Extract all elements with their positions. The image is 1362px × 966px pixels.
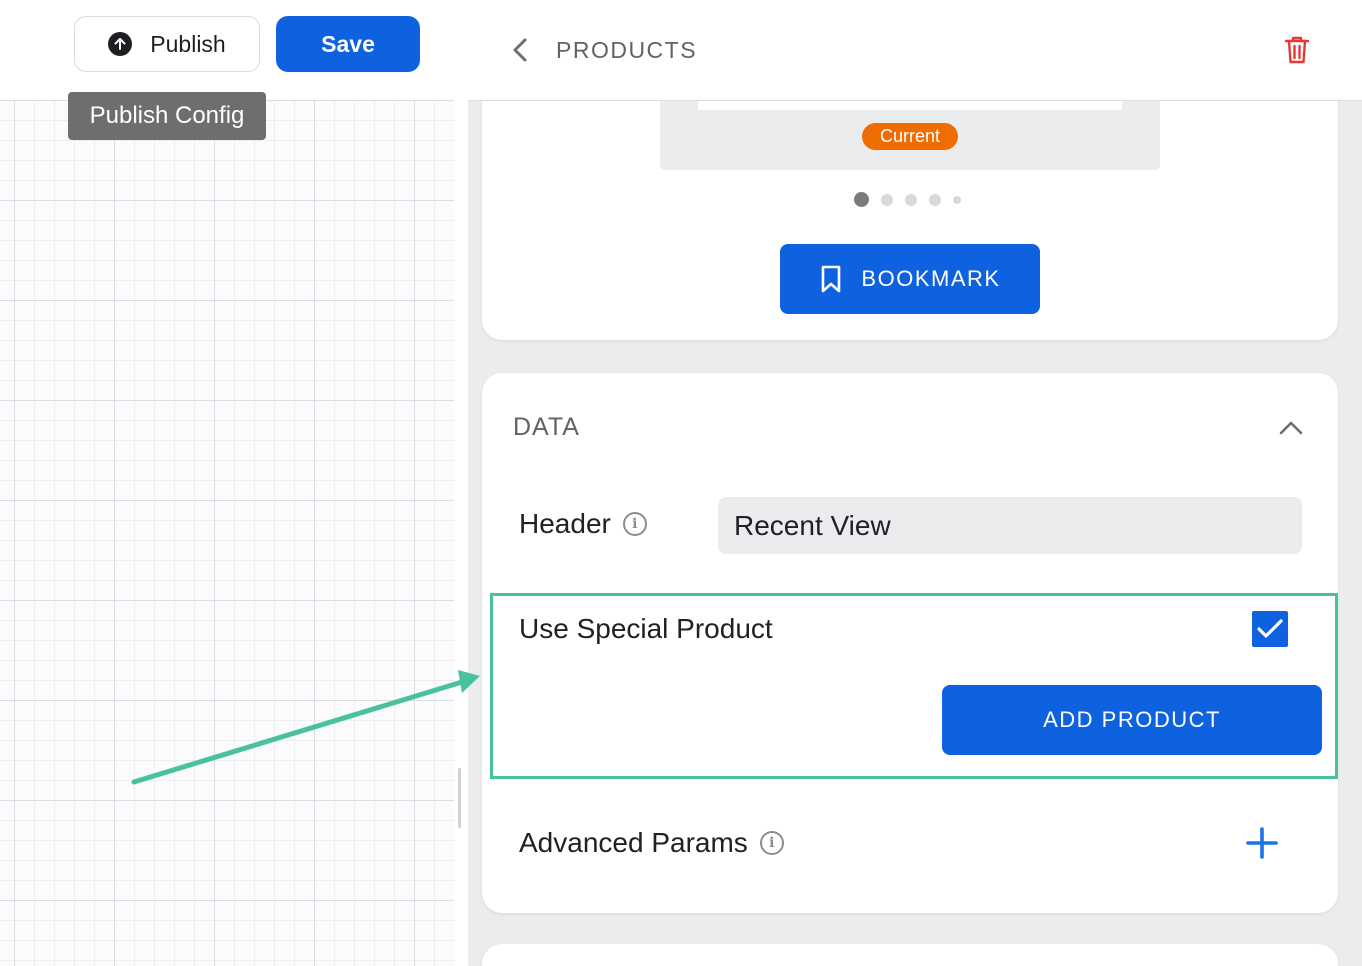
trash-icon[interactable]	[1282, 34, 1312, 66]
checkmark-icon	[1257, 619, 1283, 638]
info-icon[interactable]: i	[759, 831, 784, 855]
carousel-dot[interactable]	[929, 193, 941, 206]
header-input[interactable]	[718, 497, 1302, 554]
carousel-dot[interactable]	[881, 193, 893, 206]
use-special-product-label: Use Special Product	[519, 613, 773, 644]
data-section-title: DATA	[513, 413, 580, 441]
next-card	[482, 944, 1338, 966]
add-product-button[interactable]: ADD PRODUCT	[942, 685, 1322, 755]
publish-button-label: Publish	[150, 30, 226, 57]
carousel-dot[interactable]	[905, 193, 917, 206]
bookmark-button-label: BOOKMARK	[861, 266, 1001, 291]
current-badge: Current	[862, 123, 958, 150]
bookmark-button[interactable]: BOOKMARK	[780, 244, 1040, 314]
carousel-dot[interactable]	[854, 192, 869, 207]
data-card: DATA Header i Use Special Product ADD PR…	[482, 373, 1338, 913]
plus-icon[interactable]	[1246, 827, 1278, 859]
preview-card: Current BOOKMARK	[482, 60, 1338, 340]
advanced-params-label: Advanced Params i	[519, 827, 784, 859]
arrow-up-circle-icon	[108, 32, 133, 56]
publish-button[interactable]: Publish	[74, 16, 260, 72]
chevron-up-icon[interactable]	[1278, 417, 1304, 437]
panel-header: PRODUCTS	[468, 0, 1362, 101]
top-toolbar: Publish Save	[0, 0, 468, 100]
resize-handle[interactable]	[458, 768, 461, 828]
header-label-text: Header	[519, 508, 611, 539]
panel-title: PRODUCTS	[556, 37, 698, 63]
use-special-product-checkbox[interactable]	[1252, 611, 1288, 647]
properties-panel: PRODUCTS Current BOOKMARK DATA Header i …	[468, 0, 1362, 966]
carousel-dot[interactable]	[953, 195, 961, 204]
publish-config-tooltip: Publish Config	[68, 92, 266, 140]
chevron-left-icon[interactable]	[508, 36, 532, 64]
panel-divider	[454, 100, 468, 966]
save-button[interactable]: Save	[276, 16, 420, 72]
advanced-params-text: Advanced Params	[519, 827, 748, 858]
bookmark-icon	[822, 265, 841, 293]
carousel-dots	[854, 192, 961, 207]
info-icon[interactable]: i	[622, 512, 647, 536]
grid-canvas[interactable]	[0, 100, 454, 966]
header-field-label: Header i	[519, 508, 647, 540]
